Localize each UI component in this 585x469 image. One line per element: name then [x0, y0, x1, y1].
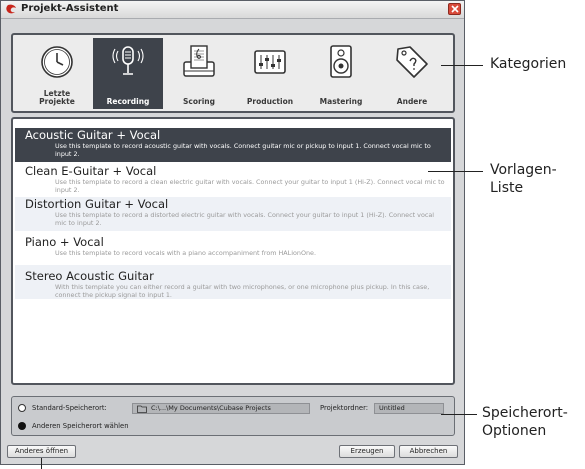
project-folder-input[interactable]: Untitled	[374, 403, 444, 414]
storage-options: Standard-Speicherort: C:\...\My Document…	[11, 396, 455, 436]
template-description: Use this template to record acoustic gui…	[55, 142, 431, 158]
cancel-button[interactable]: Abbrechen	[399, 445, 458, 458]
category-recent-projects[interactable]: Letzte Projekte	[22, 38, 92, 109]
template-description: Use this template to record a clean elec…	[55, 178, 445, 194]
template-title: Stereo Acoustic Guitar	[25, 269, 154, 283]
project-path-value: C:\...\My Documents\Cubase Projects	[151, 404, 271, 412]
mixer-icon	[254, 50, 286, 74]
score-icon	[183, 45, 215, 77]
standard-location-label: Standard-Speicherort:	[32, 404, 107, 412]
other-location-radio[interactable]	[18, 422, 26, 430]
standard-location-radio[interactable]	[18, 404, 26, 412]
template-description: Use this template to record a distorted …	[55, 211, 435, 227]
tag-icon	[396, 46, 428, 78]
project-folder-label: Projektordner:	[320, 404, 369, 412]
category-production[interactable]: Production	[235, 38, 305, 109]
open-other-button[interactable]: Anderes öffnen	[7, 445, 76, 458]
speaker-icon	[330, 45, 352, 78]
create-button[interactable]: Erzeugen	[339, 445, 395, 458]
callout-line-categories	[441, 65, 483, 66]
template-title: Clean E-Guitar + Vocal	[25, 164, 157, 178]
project-assistant-dialog: Projekt-Assistent Letzte Projekte Record…	[0, 0, 465, 465]
other-location-label: Anderen Speicherort wählen	[32, 422, 129, 430]
close-icon	[451, 5, 459, 13]
category-other[interactable]: Andere	[377, 38, 447, 109]
callout-storage-line1: Speicherort-	[482, 405, 568, 421]
template-title: Distortion Guitar + Vocal	[25, 197, 169, 211]
template-item[interactable]: Distortion Guitar + Vocal Use this templ…	[15, 197, 451, 231]
category-label: Mastering	[319, 97, 363, 106]
category-label: Andere	[396, 97, 428, 106]
category-recording[interactable]: Recording	[93, 38, 163, 109]
category-label: Letzte Projekte	[39, 89, 75, 106]
category-scoring[interactable]: Scoring	[164, 38, 234, 109]
template-item[interactable]: Piano + Vocal Use this template to recor…	[15, 235, 451, 264]
template-item[interactable]: Stereo Acoustic Guitar With this templat…	[15, 265, 451, 299]
template-item[interactable]: Acoustic Guitar + Vocal Use this templat…	[15, 128, 451, 162]
category-bar: Letzte Projekte Recording Scoring Produc…	[11, 33, 455, 113]
template-title: Acoustic Guitar + Vocal	[25, 128, 161, 142]
callout-template-list-line1: Vorlagen-	[490, 162, 557, 178]
callout-storage-line2: Optionen	[482, 423, 547, 439]
category-mastering[interactable]: Mastering	[306, 38, 376, 109]
template-title: Piano + Vocal	[25, 235, 104, 249]
category-label: Recording	[106, 97, 150, 106]
clock-icon	[41, 46, 73, 78]
callout-line-storage	[441, 414, 477, 415]
template-description: Use this template to record vocals with …	[55, 249, 317, 257]
window-title: Projekt-Assistent	[21, 3, 119, 14]
callout-line-template-list	[428, 171, 483, 172]
title-bar[interactable]: Projekt-Assistent	[1, 1, 464, 19]
callout-template-list-line2: Liste	[490, 180, 524, 196]
template-list: Acoustic Guitar + Vocal Use this templat…	[11, 117, 455, 385]
callout-line-open-other	[41, 458, 42, 469]
category-label: Production	[246, 97, 294, 106]
callout-categories: Kategorien	[490, 56, 567, 72]
microphone-icon	[112, 46, 144, 75]
template-description: With this template you can either record…	[55, 283, 430, 299]
close-button[interactable]	[448, 3, 461, 15]
cubase-logo-icon	[6, 4, 17, 14]
project-path-field[interactable]: C:\...\My Documents\Cubase Projects	[132, 403, 310, 414]
category-label: Scoring	[183, 97, 215, 106]
folder-icon	[137, 405, 147, 413]
template-item[interactable]: Clean E-Guitar + Vocal Use this template…	[15, 164, 451, 197]
